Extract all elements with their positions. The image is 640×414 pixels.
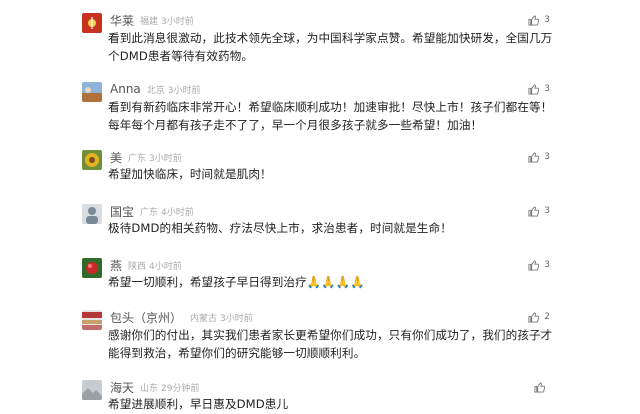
username[interactable]: 燕	[110, 257, 122, 274]
avatar[interactable]	[82, 82, 102, 102]
like-count: 3	[544, 84, 550, 94]
avatar[interactable]	[82, 150, 102, 170]
username[interactable]: 国宝	[110, 203, 134, 220]
like-button[interactable]: 3	[528, 202, 550, 220]
timestamp: 3小时前	[167, 85, 201, 96]
thumbs-up-icon	[534, 381, 545, 393]
comment-meta: 燕 陕西 4小时前	[110, 256, 185, 274]
like-count: 3	[544, 260, 550, 270]
comment-meta: 美 广东 3小时前	[110, 148, 185, 166]
timestamp: 3小时前	[161, 16, 194, 27]
timestamp: 4小时前	[149, 261, 182, 272]
like-count: 3	[544, 15, 550, 25]
comment-meta: 海天 山东 29分钟前	[110, 378, 202, 396]
comment-text: 看到有新药临床非常开心！希望临床顺利成功！加速审批！尽快上市！孩子们都在等！每年…	[108, 100, 553, 132]
location: 广东	[140, 207, 159, 218]
location: 内蒙古	[190, 313, 218, 324]
timestamp: 3小时前	[220, 313, 253, 324]
timestamp: 3小时前	[149, 153, 182, 164]
like-count: 3	[544, 206, 550, 216]
location: 北京	[146, 85, 165, 96]
timestamp: 29分钟前	[161, 383, 200, 394]
location: 广东	[128, 153, 147, 164]
like-button[interactable]: 3	[528, 80, 550, 98]
comment-text: 极待DMD的相关药物、疗法尽快上市，求治患者，时间就是生命！	[108, 221, 452, 235]
username[interactable]: 包头（京州）	[110, 309, 182, 326]
comment-meta: Anna 北京 3小时前	[110, 80, 204, 98]
thumbs-up-icon	[528, 205, 540, 217]
username[interactable]: Anna	[110, 82, 141, 96]
comment-text: 感谢你们的付出，其实我们患者家长更希望你们成功，只有你们成功了，我们的孩子才能得…	[108, 328, 553, 360]
thumbs-up-icon	[528, 151, 540, 163]
comment-meta: 华莱 福建 3小时前	[110, 11, 197, 29]
location: 福建	[140, 16, 159, 27]
like-button[interactable]: 3	[528, 256, 550, 274]
avatar[interactable]	[82, 258, 102, 278]
username[interactable]: 华莱	[110, 12, 134, 29]
like-count: 2	[544, 312, 550, 322]
comment-meta: 国宝 广东 4小时前	[110, 202, 197, 220]
thumbs-up-icon	[528, 14, 540, 26]
like-count: 3	[544, 152, 550, 162]
avatar[interactable]	[82, 380, 102, 400]
avatar[interactable]	[82, 310, 102, 330]
thumbs-up-icon	[528, 259, 540, 271]
like-button[interactable]: 3	[528, 148, 550, 166]
like-button[interactable]: 2	[528, 308, 550, 326]
comment-text: 希望进展顺利，早日惠及DMD患儿	[108, 397, 289, 411]
like-button[interactable]: 3	[528, 11, 550, 29]
username[interactable]: 海天	[110, 379, 134, 396]
location: 山东	[140, 383, 159, 394]
comment-text: 看到此消息很激动，此技术领先全球，为中国科学家点赞。希望能加快研发，全国几万个D…	[108, 31, 553, 63]
comment-text: 希望加快临床，时间就是肌肉！	[108, 167, 272, 181]
avatar[interactable]	[82, 13, 102, 33]
username[interactable]: 美	[110, 149, 122, 166]
avatar[interactable]	[82, 204, 102, 224]
comment-meta: 包头（京州） 内蒙古 3小时前	[110, 308, 256, 326]
location: 陕西	[128, 261, 147, 272]
comment-text: 希望一切顺利，希望孩子早日得到治疗🙏🙏🙏🙏	[108, 275, 365, 289]
thumbs-up-icon	[528, 83, 540, 95]
thumbs-up-icon	[528, 311, 540, 323]
timestamp: 4小时前	[161, 207, 194, 218]
like-button[interactable]	[534, 378, 550, 396]
